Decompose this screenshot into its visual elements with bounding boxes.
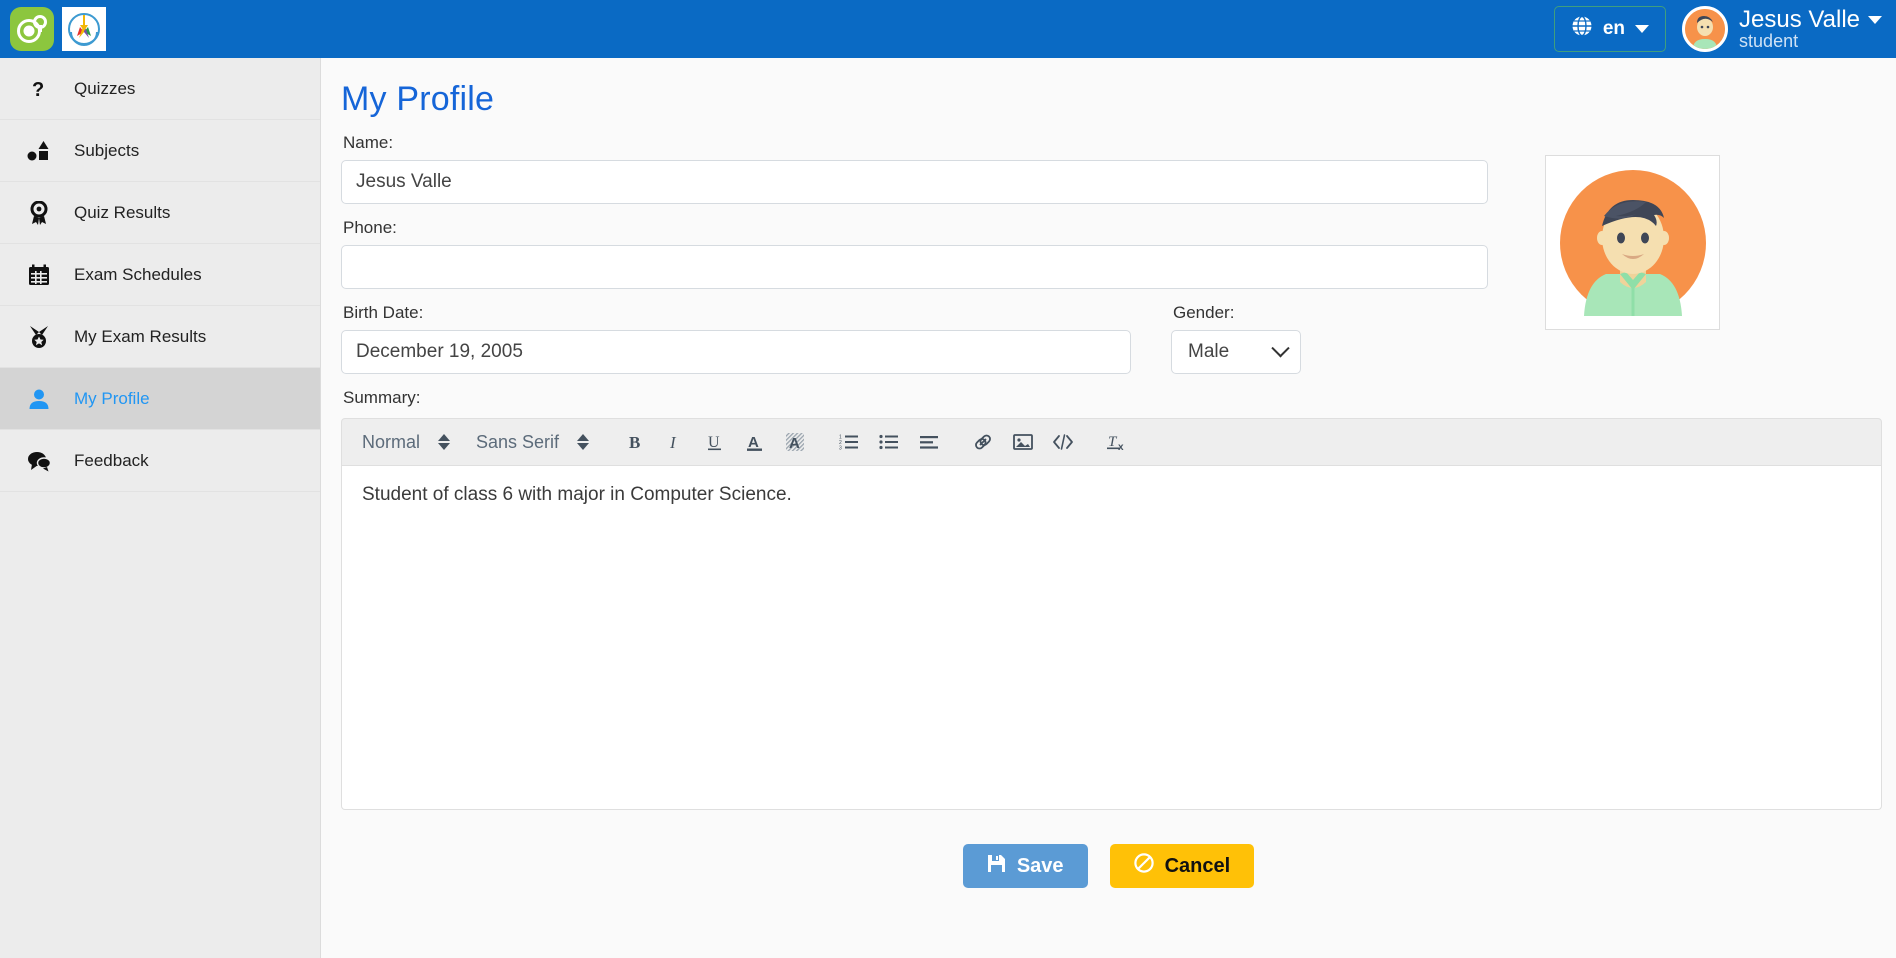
bullet-list-icon[interactable]	[869, 422, 909, 462]
svg-text:3: 3	[839, 446, 842, 452]
summary-text: Student of class 6 with major in Compute…	[362, 484, 1861, 506]
medal-icon	[26, 325, 52, 349]
save-icon	[987, 854, 1006, 879]
gender-label: Gender:	[1173, 303, 1301, 323]
top-bar: en Jesus Valle student	[0, 0, 1896, 58]
birth-date-value: December 19, 2005	[356, 341, 523, 363]
text-color-icon[interactable]: A	[735, 422, 775, 462]
sidebar-item-my-profile[interactable]: My Profile	[0, 368, 320, 430]
svg-text:x: x	[1118, 442, 1124, 452]
profile-photo-preview[interactable]	[1545, 155, 1720, 330]
cancel-button[interactable]: Cancel	[1110, 844, 1255, 888]
sidebar-item-exam-schedules[interactable]: Exam Schedules	[0, 244, 320, 306]
sidebar-item-label: Feedback	[74, 451, 149, 471]
user-name-row: Jesus Valle	[1739, 7, 1882, 32]
phone-input[interactable]	[341, 245, 1488, 289]
name-label: Name:	[343, 133, 1876, 153]
clear-format-icon[interactable]: T x	[1097, 422, 1137, 462]
save-label: Save	[1017, 855, 1064, 878]
ordered-list-icon[interactable]: 1 2 3	[829, 422, 869, 462]
sidebar-item-feedback[interactable]: Feedback	[0, 430, 320, 492]
heading-format-select[interactable]: Normal	[362, 432, 462, 453]
chevron-updown-icon	[577, 434, 589, 450]
sidebar-item-label: Quiz Results	[74, 203, 170, 223]
avatar	[1682, 6, 1728, 52]
summary-label: Summary:	[343, 388, 1876, 408]
name-value: Jesus Valle	[356, 171, 452, 193]
shapes-icon	[26, 140, 52, 162]
profile-form: Name: Jesus Valle Phone: Birth Date: Dec…	[321, 133, 1896, 408]
font-family-label: Sans Serif	[476, 432, 559, 453]
bold-icon[interactable]: B	[615, 422, 655, 462]
chat-bubbles-icon	[26, 450, 52, 472]
name-input[interactable]: Jesus Valle	[341, 160, 1488, 204]
gender-select[interactable]: Male	[1171, 330, 1301, 374]
user-info: Jesus Valle student	[1739, 7, 1882, 51]
gender-value: Male	[1188, 341, 1229, 363]
svg-text:?: ?	[32, 79, 44, 100]
italic-icon[interactable]: I	[655, 422, 695, 462]
language-label: en	[1603, 18, 1625, 40]
sidebar-item-quiz-results[interactable]: Quiz Results	[0, 182, 320, 244]
image-icon[interactable]	[1003, 422, 1043, 462]
form-actions: Save Cancel	[321, 844, 1896, 888]
main-content: My Profile Name: Jesus Valle	[321, 58, 1896, 958]
svg-text:I: I	[669, 433, 677, 452]
sidebar-item-label: Subjects	[74, 141, 139, 161]
gender-col: Gender: Male	[1171, 289, 1301, 374]
user-menu[interactable]: Jesus Valle student	[1682, 6, 1882, 52]
svg-text:A: A	[789, 435, 800, 452]
top-bar-right: en Jesus Valle student	[1554, 6, 1896, 52]
sidebar-item-quizzes[interactable]: ? Quizzes	[0, 58, 320, 120]
birth-date-input[interactable]: December 19, 2005	[341, 330, 1131, 374]
sidebar-item-label: Exam Schedules	[74, 265, 202, 285]
globe-icon	[1571, 15, 1593, 43]
chevron-down-icon	[1868, 16, 1882, 24]
page-title: My Profile	[321, 58, 1896, 119]
sidebar-item-label: My Profile	[74, 389, 150, 409]
underline-icon[interactable]: U	[695, 422, 735, 462]
heading-format-label: Normal	[362, 432, 420, 453]
background-color-icon[interactable]: A	[775, 422, 815, 462]
language-selector[interactable]: en	[1554, 6, 1666, 52]
person-icon	[26, 388, 52, 410]
svg-text:A: A	[748, 434, 759, 451]
summary-editor: Normal Sans Serif B I U A	[341, 418, 1882, 810]
birth-date-col: Birth Date: December 19, 2005	[341, 289, 1131, 374]
align-icon[interactable]	[909, 422, 949, 462]
summary-editor-body[interactable]: Student of class 6 with major in Compute…	[341, 466, 1882, 810]
quiz-app-logo-icon[interactable]	[10, 7, 54, 51]
svg-text:B: B	[629, 433, 640, 452]
award-icon	[26, 201, 52, 225]
save-button[interactable]: Save	[963, 844, 1088, 888]
chevron-updown-icon	[438, 434, 450, 450]
link-icon[interactable]	[963, 422, 1003, 462]
birth-date-label: Birth Date:	[343, 303, 1131, 323]
brand-logos	[0, 7, 106, 51]
sidebar-item-my-exam-results[interactable]: My Exam Results	[0, 306, 320, 368]
calendar-icon	[26, 264, 52, 286]
code-block-icon[interactable]	[1043, 422, 1083, 462]
sidebar-item-subjects[interactable]: Subjects	[0, 120, 320, 182]
question-mark-icon: ?	[26, 78, 52, 100]
sidebar: ? Quizzes Subjects Quiz Results	[0, 58, 321, 958]
user-name: Jesus Valle	[1739, 7, 1860, 32]
cancel-label: Cancel	[1165, 855, 1231, 878]
chevron-down-icon	[1635, 25, 1649, 33]
school-emblem-logo-icon[interactable]	[62, 7, 106, 51]
chevron-down-icon	[1271, 339, 1289, 357]
sidebar-item-label: My Exam Results	[74, 327, 206, 347]
sidebar-item-label: Quizzes	[74, 79, 135, 99]
svg-text:U: U	[708, 434, 720, 451]
font-family-select[interactable]: Sans Serif	[476, 432, 601, 453]
editor-toolbar: Normal Sans Serif B I U A	[341, 418, 1882, 466]
user-role: student	[1739, 32, 1882, 51]
cancel-icon	[1134, 853, 1154, 879]
